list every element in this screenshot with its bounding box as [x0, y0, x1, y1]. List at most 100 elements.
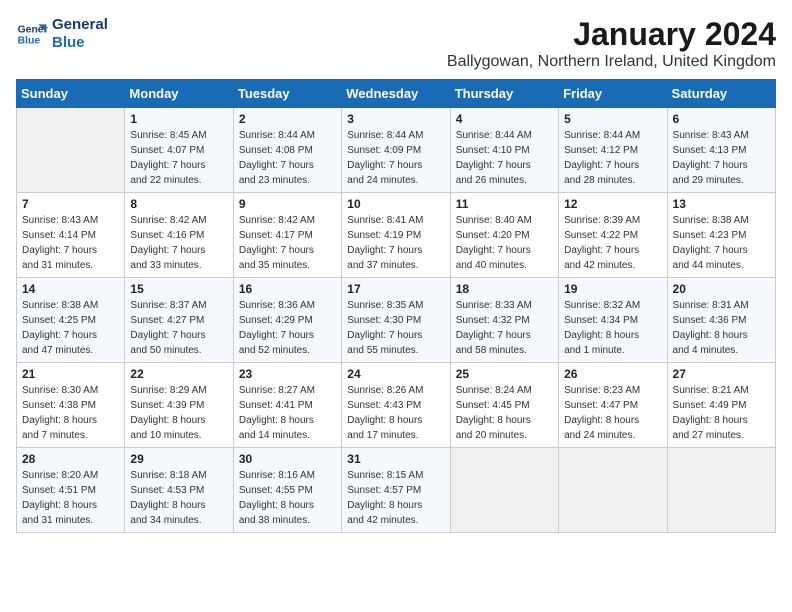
logo: General Blue General Blue [16, 16, 108, 52]
calendar-cell: 5Sunrise: 8:44 AM Sunset: 4:12 PM Daylig… [559, 108, 667, 193]
day-info: Sunrise: 8:27 AM Sunset: 4:41 PM Dayligh… [239, 383, 336, 443]
day-info: Sunrise: 8:15 AM Sunset: 4:57 PM Dayligh… [347, 468, 444, 528]
day-info: Sunrise: 8:43 AM Sunset: 4:14 PM Dayligh… [22, 213, 119, 273]
day-info: Sunrise: 8:21 AM Sunset: 4:49 PM Dayligh… [673, 383, 770, 443]
day-number: 10 [347, 197, 444, 211]
calendar-cell: 8 Sunrise: 8:42 AM Sunset: 4:16 PM Daylig… [125, 193, 233, 278]
calendar-cell: 28 Sunrise: 8:20 AM Sunset: 4:51 PM Dayli… [17, 448, 125, 533]
day-info: Sunrise: 8:42 AM Sunset: 4:16 PM Dayligh… [130, 213, 227, 273]
day-number: 19 [564, 282, 661, 296]
calendar-cell: 11 Sunrise: 8:40 AM Sunset: 4:20 PM Dayli… [450, 193, 558, 278]
day-number: 14 [22, 282, 119, 296]
header-saturday: Saturday [667, 80, 775, 108]
day-number: 6 [673, 112, 770, 126]
day-number: 27 [673, 367, 770, 381]
calendar-cell: 23 Sunrise: 8:27 AM Sunset: 4:41 PM Dayli… [233, 363, 341, 448]
day-info: Sunrise: 8:29 AM Sunset: 4:39 PM Dayligh… [130, 383, 227, 443]
day-info: Sunrise: 8:31 AM Sunset: 4:36 PM Dayligh… [673, 298, 770, 358]
calendar-cell: 16Sunrise: 8:36 AM Sunset: 4:29 PM Dayli… [233, 278, 341, 363]
calendar-cell: 17Sunrise: 8:35 AM Sunset: 4:30 PM Dayli… [342, 278, 450, 363]
day-info: Sunrise: 8:20 AM Sunset: 4:51 PM Dayligh… [22, 468, 119, 528]
day-info: Sunrise: 8:44 AM Sunset: 4:10 PM Dayligh… [456, 128, 553, 188]
day-number: 18 [456, 282, 553, 296]
page-header: General Blue General Blue January 2024 B… [16, 16, 776, 71]
day-number: 29 [130, 452, 227, 466]
day-number: 21 [22, 367, 119, 381]
day-info: Sunrise: 8:33 AM Sunset: 4:32 PM Dayligh… [456, 298, 553, 358]
day-number: 9 [239, 197, 336, 211]
calendar-cell: 10Sunrise: 8:41 AM Sunset: 4:19 PM Dayli… [342, 193, 450, 278]
day-number: 7 [22, 197, 119, 211]
calendar-cell: 6 Sunrise: 8:43 AM Sunset: 4:13 PM Daylig… [667, 108, 775, 193]
day-number: 4 [456, 112, 553, 126]
calendar-week-4: 21 Sunrise: 8:30 AM Sunset: 4:38 PM Dayli… [17, 363, 776, 448]
header-tuesday: Tuesday [233, 80, 341, 108]
day-number: 8 [130, 197, 227, 211]
day-info: Sunrise: 8:38 AM Sunset: 4:23 PM Dayligh… [673, 213, 770, 273]
calendar-cell [17, 108, 125, 193]
calendar-cell: 31 Sunrise: 8:15 AM Sunset: 4:57 PM Dayli… [342, 448, 450, 533]
calendar-cell [667, 448, 775, 533]
header-monday: Monday [125, 80, 233, 108]
day-info: Sunrise: 8:35 AM Sunset: 4:30 PM Dayligh… [347, 298, 444, 358]
day-info: Sunrise: 8:40 AM Sunset: 4:20 PM Dayligh… [456, 213, 553, 273]
calendar-cell: 30Sunrise: 8:16 AM Sunset: 4:55 PM Dayli… [233, 448, 341, 533]
logo-text-general: General [52, 16, 108, 34]
calendar-cell: 7 Sunrise: 8:43 AM Sunset: 4:14 PM Daylig… [17, 193, 125, 278]
calendar-cell: 14Sunrise: 8:38 AM Sunset: 4:25 PM Dayli… [17, 278, 125, 363]
calendar-cell: 12 Sunrise: 8:39 AM Sunset: 4:22 PM Dayli… [559, 193, 667, 278]
calendar-cell: 15 Sunrise: 8:37 AM Sunset: 4:27 PM Dayli… [125, 278, 233, 363]
day-number: 23 [239, 367, 336, 381]
day-info: Sunrise: 8:39 AM Sunset: 4:22 PM Dayligh… [564, 213, 661, 273]
day-number: 12 [564, 197, 661, 211]
day-info: Sunrise: 8:16 AM Sunset: 4:55 PM Dayligh… [239, 468, 336, 528]
day-info: Sunrise: 8:44 AM Sunset: 4:12 PM Dayligh… [564, 128, 661, 188]
calendar-cell: 24Sunrise: 8:26 AM Sunset: 4:43 PM Dayli… [342, 363, 450, 448]
calendar-cell [450, 448, 558, 533]
header-wednesday: Wednesday [342, 80, 450, 108]
day-number: 25 [456, 367, 553, 381]
day-number: 16 [239, 282, 336, 296]
header-thursday: Thursday [450, 80, 558, 108]
day-info: Sunrise: 8:37 AM Sunset: 4:27 PM Dayligh… [130, 298, 227, 358]
calendar-cell: 13 Sunrise: 8:38 AM Sunset: 4:23 PM Dayli… [667, 193, 775, 278]
calendar-cell: 25 Sunrise: 8:24 AM Sunset: 4:45 PM Dayli… [450, 363, 558, 448]
calendar-week-5: 28 Sunrise: 8:20 AM Sunset: 4:51 PM Dayli… [17, 448, 776, 533]
day-info: Sunrise: 8:24 AM Sunset: 4:45 PM Dayligh… [456, 383, 553, 443]
day-number: 2 [239, 112, 336, 126]
day-number: 26 [564, 367, 661, 381]
location-title: Ballygowan, Northern Ireland, United Kin… [447, 53, 776, 71]
day-info: Sunrise: 8:43 AM Sunset: 4:13 PM Dayligh… [673, 128, 770, 188]
day-number: 22 [130, 367, 227, 381]
calendar-body: 1 Sunrise: 8:45 AM Sunset: 4:07 PM Daylig… [17, 108, 776, 533]
svg-text:Blue: Blue [18, 36, 41, 47]
day-number: 11 [456, 197, 553, 211]
calendar-cell: 27 Sunrise: 8:21 AM Sunset: 4:49 PM Dayli… [667, 363, 775, 448]
calendar-table: SundayMondayTuesdayWednesdayThursdayFrid… [16, 79, 776, 533]
day-number: 13 [673, 197, 770, 211]
month-title: January 2024 [447, 16, 776, 53]
day-info: Sunrise: 8:23 AM Sunset: 4:47 PM Dayligh… [564, 383, 661, 443]
calendar-cell: 29 Sunrise: 8:18 AM Sunset: 4:53 PM Dayli… [125, 448, 233, 533]
day-info: Sunrise: 8:30 AM Sunset: 4:38 PM Dayligh… [22, 383, 119, 443]
calendar-cell [559, 448, 667, 533]
calendar-cell: 19Sunrise: 8:32 AM Sunset: 4:34 PM Dayli… [559, 278, 667, 363]
title-block: January 2024 Ballygowan, Northern Irelan… [447, 16, 776, 71]
calendar-cell: 1 Sunrise: 8:45 AM Sunset: 4:07 PM Daylig… [125, 108, 233, 193]
header-sunday: Sunday [17, 80, 125, 108]
day-number: 15 [130, 282, 227, 296]
calendar-cell: 4 Sunrise: 8:44 AM Sunset: 4:10 PM Daylig… [450, 108, 558, 193]
day-info: Sunrise: 8:42 AM Sunset: 4:17 PM Dayligh… [239, 213, 336, 273]
day-number: 28 [22, 452, 119, 466]
calendar-week-1: 1 Sunrise: 8:45 AM Sunset: 4:07 PM Daylig… [17, 108, 776, 193]
day-number: 31 [347, 452, 444, 466]
day-info: Sunrise: 8:18 AM Sunset: 4:53 PM Dayligh… [130, 468, 227, 528]
day-number: 20 [673, 282, 770, 296]
calendar-cell: 26 Sunrise: 8:23 AM Sunset: 4:47 PM Dayli… [559, 363, 667, 448]
day-number: 1 [130, 112, 227, 126]
calendar-cell: 3Sunrise: 8:44 AM Sunset: 4:09 PM Daylig… [342, 108, 450, 193]
calendar-cell: 18 Sunrise: 8:33 AM Sunset: 4:32 PM Dayli… [450, 278, 558, 363]
day-info: Sunrise: 8:45 AM Sunset: 4:07 PM Dayligh… [130, 128, 227, 188]
calendar-cell: 22 Sunrise: 8:29 AM Sunset: 4:39 PM Dayli… [125, 363, 233, 448]
header-friday: Friday [559, 80, 667, 108]
